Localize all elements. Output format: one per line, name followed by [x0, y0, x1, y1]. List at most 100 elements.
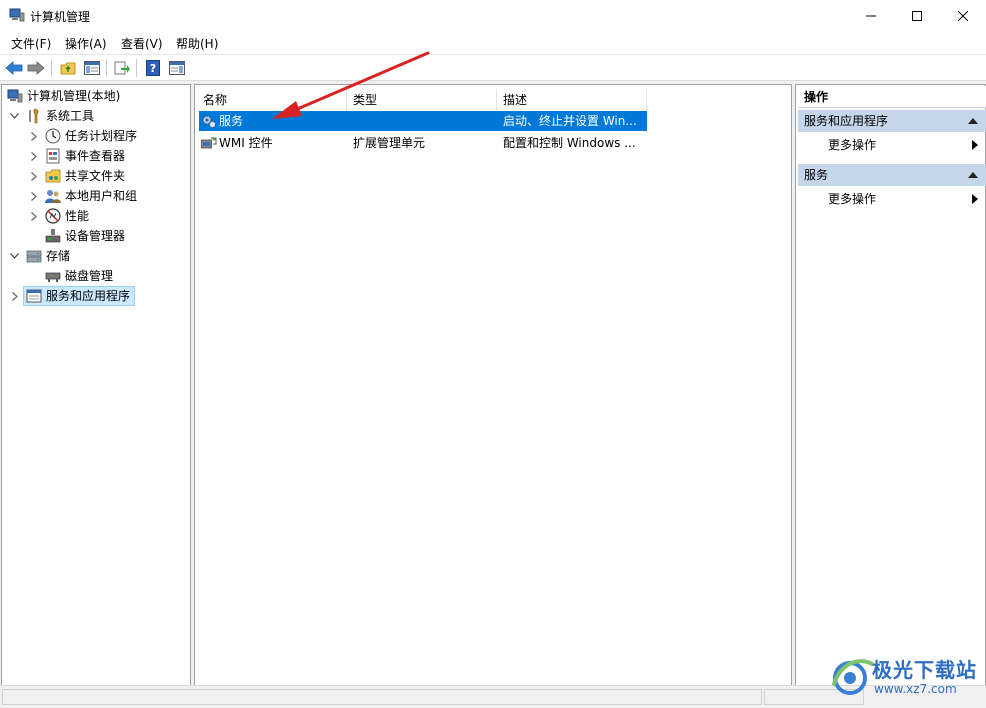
close-icon [958, 10, 968, 21]
collapse-up-icon[interactable] [968, 118, 978, 124]
maximize-button[interactable] [894, 0, 940, 31]
computer-management-icon [7, 89, 23, 103]
menu-action[interactable]: 操作(A) [65, 35, 107, 52]
minimize-button[interactable] [848, 0, 894, 31]
performance-icon [45, 208, 61, 224]
action-section-services-and-applications[interactable]: 服务和应用程序 [798, 110, 986, 132]
menu-file[interactable]: 文件(F) [11, 35, 51, 52]
chevron-right-icon[interactable] [10, 286, 20, 306]
tree-item-label: 性能 [65, 209, 90, 223]
tree-item-shared-folders[interactable]: 共享文件夹 [2, 166, 188, 186]
minimize-icon [866, 15, 876, 16]
status-cell [2, 689, 762, 705]
watermark-logo-icon [832, 659, 874, 695]
cell-description: 启动、终止并设置 Win... [503, 114, 637, 128]
action-item-label: 更多操作 [828, 192, 877, 206]
tree-item-label: 磁盘管理 [65, 269, 114, 283]
export-list-icon [114, 61, 130, 75]
submenu-arrow-icon [972, 194, 978, 204]
up-folder-icon [60, 62, 76, 75]
cell-name: WMI 控件 [219, 136, 273, 150]
menu-bar: 文件(F) 操作(A) 查看(V) 帮助(H) [0, 31, 986, 54]
storage-icon [26, 250, 42, 263]
up-one-level-button[interactable] [58, 58, 78, 78]
action-section-title: 服务和应用程序 [804, 114, 889, 128]
menu-help[interactable]: 帮助(H) [176, 35, 218, 52]
tree-item-performance[interactable]: 性能 [2, 206, 188, 226]
toolbar: ? [0, 54, 986, 81]
users-icon [45, 190, 61, 203]
close-button[interactable] [940, 0, 986, 31]
tree-item-label: 服务和应用程序 [46, 289, 131, 303]
client-area: 计算机管理(本地) 系统工具 任务计划程序 事件查看器 共享文件夹 本地用户和组 [0, 81, 986, 686]
toolbar-separator [136, 59, 137, 77]
disk-management-icon [45, 272, 61, 282]
action-more-actions[interactable]: 更多操作 [798, 134, 986, 156]
chevron-right-icon[interactable] [29, 166, 39, 186]
column-header-name[interactable]: 名称 [197, 89, 347, 111]
tree-item-label: 任务计划程序 [65, 129, 138, 143]
tree-item-task-scheduler[interactable]: 任务计划程序 [2, 126, 188, 146]
help-button[interactable]: ? [143, 58, 163, 78]
forward-icon [27, 61, 45, 75]
console-tree-pane[interactable]: 计算机管理(本地) 系统工具 任务计划程序 事件查看器 共享文件夹 本地用户和组 [1, 84, 191, 686]
action-item-label: 更多操作 [828, 138, 877, 152]
title-bar: 计算机管理 [0, 0, 986, 31]
computer-management-icon [9, 8, 25, 22]
clock-icon [45, 128, 61, 144]
maximize-icon [912, 10, 922, 21]
tree-item-label: 系统工具 [46, 109, 95, 123]
tree-item-local-users[interactable]: 本地用户和组 [2, 186, 188, 206]
chevron-right-icon[interactable] [29, 126, 39, 146]
action-pane: 操作 服务和应用程序 更多操作 服务 更多操作 [795, 84, 986, 686]
site-watermark: 极光下载站 www.xz7.com [828, 650, 980, 702]
action-section-services[interactable]: 服务 [798, 164, 986, 186]
back-button[interactable] [4, 58, 24, 78]
action-more-actions[interactable]: 更多操作 [798, 188, 986, 210]
list-item-wmi-control[interactable]: WMI 控件 扩展管理单元 配置和控制 Windows ... [199, 133, 647, 153]
tree-item-services-and-applications[interactable]: 服务和应用程序 [2, 286, 188, 306]
tree-item-storage[interactable]: 存储 [2, 246, 188, 266]
action-pane-header: 操作 [798, 86, 986, 108]
tools-icon [29, 108, 39, 124]
column-header-description[interactable]: 描述 [497, 89, 647, 111]
back-icon [5, 61, 23, 75]
tree-item-label: 共享文件夹 [65, 169, 126, 183]
tree-item-device-manager[interactable]: 设备管理器 [2, 226, 188, 246]
menu-view[interactable]: 查看(V) [121, 35, 163, 52]
show-hide-tree-icon [84, 61, 100, 75]
help-icon: ? [146, 60, 160, 76]
tree-item-label: 计算机管理(本地) [27, 89, 121, 103]
services-apps-icon [26, 289, 42, 303]
event-viewer-icon [46, 148, 60, 164]
watermark-url: www.xz7.com [874, 682, 957, 696]
window-title: 计算机管理 [30, 10, 91, 24]
export-list-button[interactable] [112, 58, 132, 78]
show-hide-tree-button[interactable] [82, 58, 102, 78]
chevron-right-icon[interactable] [29, 146, 39, 166]
column-header-type[interactable]: 类型 [347, 89, 497, 111]
forward-button[interactable] [26, 58, 46, 78]
toolbar-separator [51, 59, 52, 77]
wmi-icon [201, 137, 217, 149]
tree-item-root[interactable]: 计算机管理(本地) [2, 86, 188, 106]
chevron-right-icon[interactable] [29, 206, 39, 226]
toolbar-separator [106, 59, 107, 77]
submenu-arrow-icon [972, 140, 978, 150]
result-list-pane[interactable]: 名称 类型 描述 服务 启动、终止并设置 Win... WMI 控件 扩展管理单… [194, 84, 792, 686]
chevron-right-icon[interactable] [29, 186, 39, 206]
tree-item-event-viewer[interactable]: 事件查看器 [2, 146, 188, 166]
action-section-title: 服务 [804, 168, 829, 182]
chevron-down-icon[interactable] [9, 106, 19, 126]
cell-description: 配置和控制 Windows ... [503, 136, 636, 150]
chevron-down-icon[interactable] [9, 246, 19, 266]
show-action-pane-icon [169, 61, 185, 75]
tree-item-disk-management[interactable]: 磁盘管理 [2, 266, 188, 286]
list-item-services[interactable]: 服务 启动、终止并设置 Win... [199, 111, 647, 131]
show-action-pane-button[interactable] [167, 58, 187, 78]
cell-type: 扩展管理单元 [353, 136, 426, 150]
svg-text:?: ? [150, 62, 156, 75]
tree-item-label: 本地用户和组 [65, 189, 138, 203]
collapse-up-icon[interactable] [968, 172, 978, 178]
tree-item-system-tools[interactable]: 系统工具 [2, 106, 188, 126]
